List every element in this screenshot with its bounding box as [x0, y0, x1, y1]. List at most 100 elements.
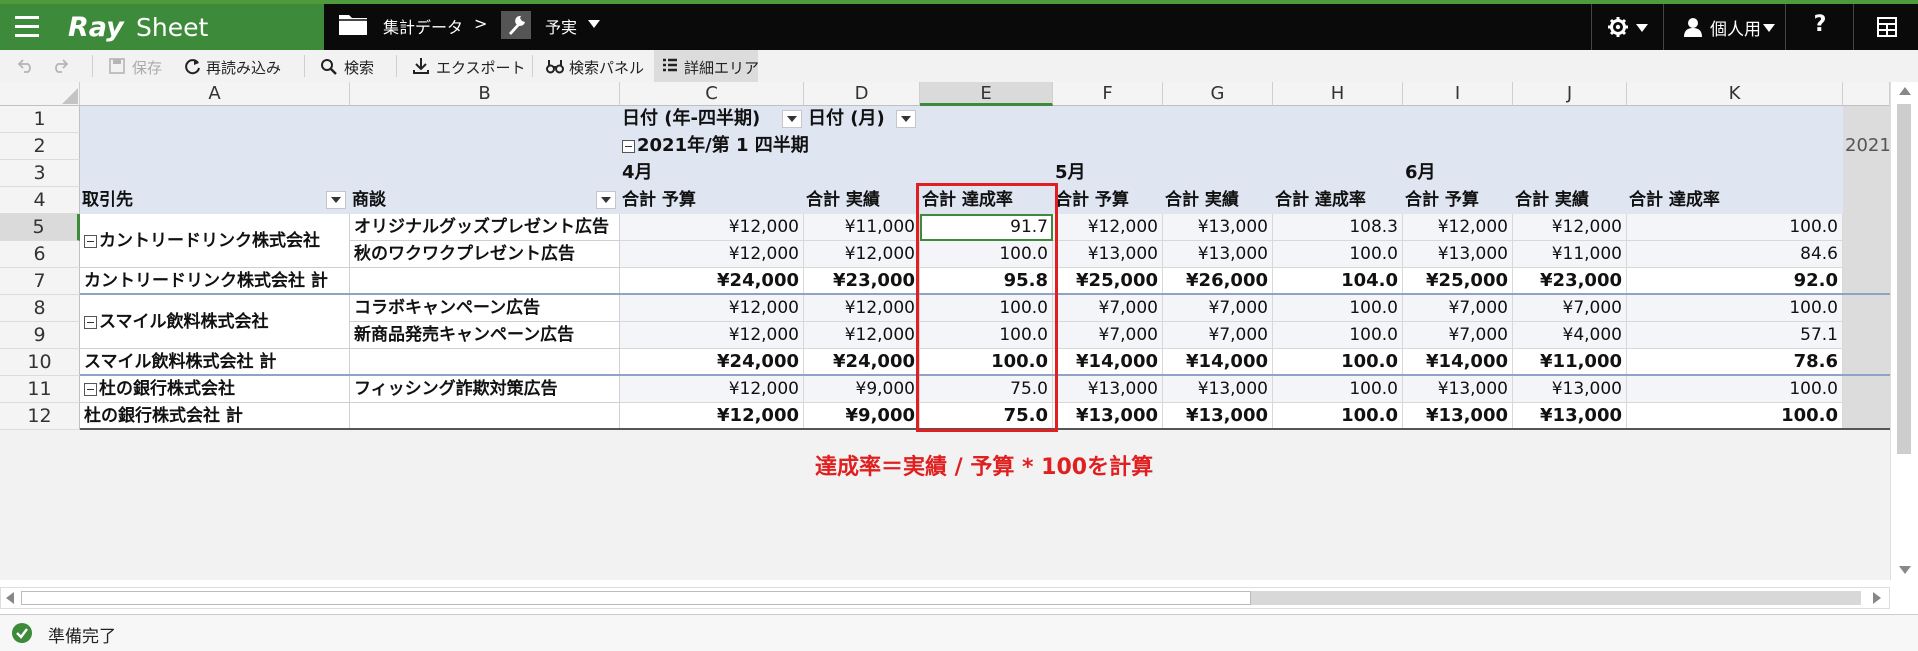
value-cell[interactable]: ¥12,000	[1403, 214, 1513, 241]
value-cell[interactable]: 78.6	[1627, 349, 1843, 376]
row-header-9[interactable]: 9	[0, 322, 80, 349]
row-header-4[interactable]: 4	[0, 187, 80, 214]
value-cell[interactable]: ¥12,000	[620, 241, 804, 268]
value-cell[interactable]: ¥13,000	[1163, 376, 1273, 403]
date-month-field[interactable]: 日付 (月)	[808, 106, 885, 133]
export-button[interactable]: エクスポート	[410, 50, 526, 82]
scroll-left-icon[interactable]	[6, 592, 14, 604]
date-quarter-field[interactable]: 日付 (年-四半期)	[622, 106, 760, 133]
value-cell[interactable]: 108.3	[1273, 214, 1403, 241]
scroll-down-icon[interactable]	[1899, 566, 1911, 574]
collapse-icon[interactable]	[84, 315, 97, 329]
deal-name[interactable]	[350, 268, 620, 295]
deal-filter-button[interactable]	[596, 191, 616, 209]
value-cell[interactable]: ¥11,000	[1513, 241, 1627, 268]
measure-header[interactable]: 合計 達成率	[1629, 187, 1843, 214]
date-month-filter-button[interactable]	[896, 110, 916, 128]
client-name[interactable]: 杜の銀行株式会社	[80, 376, 350, 403]
value-cell[interactable]: ¥24,000	[804, 349, 920, 376]
value-cell[interactable]: 100.0	[1627, 214, 1843, 241]
value-cell[interactable]: 100.0	[1273, 322, 1403, 349]
row-header-12[interactable]: 12	[0, 403, 80, 430]
vertical-scroll-thumb[interactable]	[1897, 104, 1911, 454]
row-header-11[interactable]: 11	[0, 376, 80, 403]
quarter-header[interactable]: 2021年/第 1 四半期	[622, 133, 809, 160]
date-quarter-filter-button[interactable]	[782, 110, 802, 128]
row-header-3[interactable]: 3	[0, 160, 80, 187]
search-panel-button[interactable]: 検索パネル	[544, 50, 650, 82]
value-cell[interactable]: ¥11,000	[804, 214, 920, 241]
row-header-7[interactable]: 7	[0, 268, 80, 295]
row-header-8[interactable]: 8	[0, 295, 80, 322]
value-cell[interactable]: ¥14,000	[1163, 349, 1273, 376]
user-menu[interactable]: 個人用	[1663, 4, 1786, 50]
value-cell[interactable]: ¥13,000	[1513, 403, 1627, 430]
value-cell[interactable]: ¥13,000	[1403, 403, 1513, 430]
deal-name[interactable]: 秋のワクワクプレゼント広告	[350, 241, 620, 268]
value-cell[interactable]: ¥25,000	[1053, 268, 1163, 295]
scroll-up-icon[interactable]	[1899, 87, 1911, 95]
deal-name[interactable]: フィッシング詐欺対策広告	[350, 376, 620, 403]
value-cell[interactable]: ¥23,000	[804, 268, 920, 295]
value-cell[interactable]: 92.0	[1627, 268, 1843, 295]
help-button[interactable]: ?	[1785, 4, 1854, 50]
value-cell[interactable]: ¥7,000	[1053, 322, 1163, 349]
value-cell[interactable]: 100.0	[1273, 349, 1403, 376]
column-header-b[interactable]: B	[350, 82, 620, 106]
value-cell[interactable]: ¥24,000	[620, 349, 804, 376]
value-cell[interactable]: ¥7,000	[1163, 295, 1273, 322]
column-header-g[interactable]: G	[1163, 82, 1273, 106]
value-cell[interactable]: 100.0	[1273, 295, 1403, 322]
deal-name[interactable]: オリジナルグッズプレゼント広告	[350, 214, 620, 241]
value-cell[interactable]: 84.6	[1627, 241, 1843, 268]
vertical-scrollbar[interactable]	[1890, 82, 1918, 580]
measure-header[interactable]: 合計 予算	[622, 187, 804, 214]
value-cell[interactable]: 100.0	[1627, 376, 1843, 403]
select-all-corner[interactable]	[0, 82, 80, 106]
value-cell[interactable]: ¥13,000	[1513, 376, 1627, 403]
value-cell[interactable]: ¥25,000	[1403, 268, 1513, 295]
value-cell[interactable]: ¥26,000	[1163, 268, 1273, 295]
value-cell[interactable]: ¥11,000	[1513, 349, 1627, 376]
column-header-f[interactable]: F	[1053, 82, 1163, 106]
value-cell[interactable]: 104.0	[1273, 268, 1403, 295]
value-cell[interactable]: ¥12,000	[1053, 214, 1163, 241]
month-header[interactable]: 4月	[622, 160, 653, 187]
settings-menu[interactable]	[1591, 4, 1664, 50]
value-cell[interactable]: ¥13,000	[1053, 403, 1163, 430]
reload-button[interactable]: 再読み込み	[182, 50, 290, 82]
column-header-j[interactable]: J	[1513, 82, 1627, 106]
row-header-6[interactable]: 6	[0, 241, 80, 268]
measure-header[interactable]: 合計 達成率	[1275, 187, 1403, 214]
value-cell[interactable]: 100.0	[1273, 376, 1403, 403]
calculator-button[interactable]	[1853, 4, 1918, 50]
value-cell[interactable]: ¥9,000	[804, 376, 920, 403]
value-cell[interactable]: ¥4,000	[1513, 322, 1627, 349]
value-cell[interactable]: ¥14,000	[1403, 349, 1513, 376]
value-cell[interactable]: ¥12,000	[804, 241, 920, 268]
horizontal-scrollbar[interactable]	[0, 587, 1890, 609]
value-cell[interactable]: ¥13,000	[1163, 241, 1273, 268]
value-cell[interactable]: ¥7,000	[1053, 295, 1163, 322]
column-header-k[interactable]: K	[1627, 82, 1843, 106]
value-cell[interactable]: ¥13,000	[1053, 376, 1163, 403]
value-cell[interactable]: ¥9,000	[804, 403, 920, 430]
value-cell[interactable]: 100.0	[1273, 403, 1403, 430]
value-cell[interactable]: 100.0	[1627, 403, 1843, 430]
measure-header[interactable]: 合計 実績	[1515, 187, 1627, 214]
column-header-e[interactable]: E	[920, 82, 1053, 106]
measure-header[interactable]: 合計 予算	[1055, 187, 1163, 214]
horizontal-scroll-thumb[interactable]	[21, 591, 1251, 605]
value-cell[interactable]: ¥23,000	[1513, 268, 1627, 295]
breadcrumb-current[interactable]: 予実	[545, 14, 577, 38]
value-cell[interactable]: ¥7,000	[1513, 295, 1627, 322]
row-header-2[interactable]: 2	[0, 133, 80, 160]
value-cell[interactable]: ¥13,000	[1403, 376, 1513, 403]
collapse-icon[interactable]	[84, 382, 97, 396]
collapse-icon[interactable]	[622, 139, 635, 153]
search-button[interactable]: 検索	[318, 50, 382, 82]
column-header-h[interactable]: H	[1273, 82, 1403, 106]
value-cell[interactable]: ¥7,000	[1403, 295, 1513, 322]
value-cell[interactable]: ¥12,000	[620, 214, 804, 241]
measure-header[interactable]: 合計 実績	[806, 187, 920, 214]
